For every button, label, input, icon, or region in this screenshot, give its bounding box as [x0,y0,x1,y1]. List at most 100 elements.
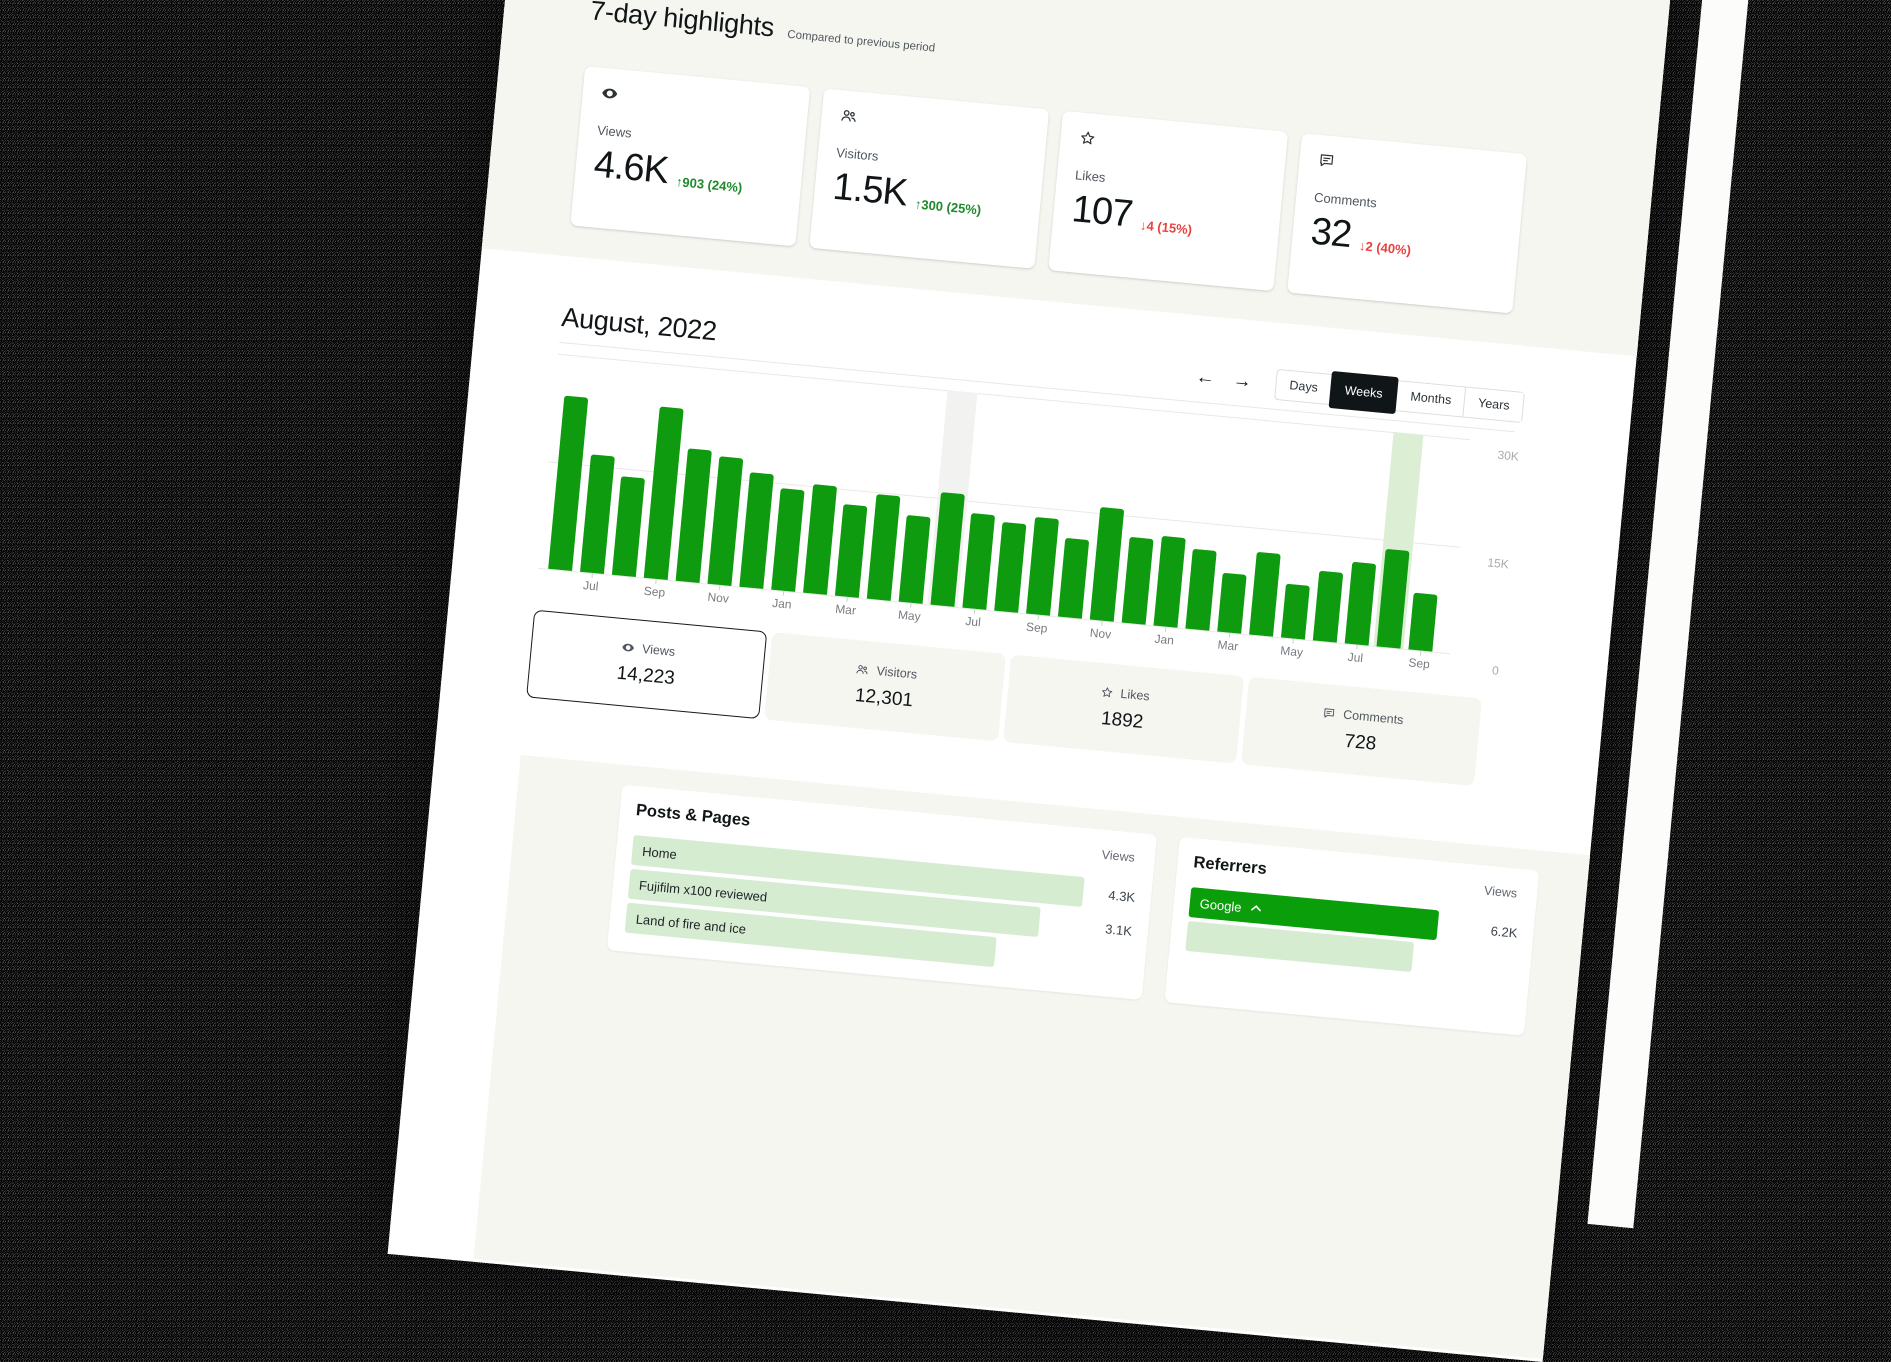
highlights-subtitle: Compared to previous period [787,29,936,55]
metric-tab-label: Likes [1120,686,1150,703]
chart-x-tick [1420,650,1421,655]
metric-tab-head: Views [621,639,676,658]
bottom-panels: Posts & Pages Views Home4.3KFujifilm x10… [474,755,1591,1359]
chart-bar[interactable] [580,454,615,574]
comment-icon [1317,151,1337,171]
chart-bar[interactable] [612,476,645,577]
referrers-title: Referrers [1193,853,1268,879]
stat-card-value: 32 [1309,213,1353,255]
chart-y-label: 30K [1474,446,1519,464]
chart-bar[interactable] [1408,593,1437,652]
posts-views-column-header: Views [1101,848,1139,865]
metric-tab-comments[interactable]: Comments728 [1241,677,1482,786]
chart-bar[interactable] [676,449,712,583]
chart-bar[interactable] [1281,583,1310,639]
metric-tab-visitors[interactable]: Visitors 12,301 [764,632,1005,741]
chart-x-label: Jan [1142,631,1187,649]
chart-bar[interactable] [1249,552,1281,637]
range-tab-years[interactable]: Years [1463,387,1524,421]
stat-card-value-row: 1.5K↑300 (25%) [831,168,1024,224]
chevron-up-icon [1250,904,1262,913]
star-icon [1078,128,1098,148]
chart-bar[interactable] [1090,507,1124,621]
stat-card-value: 1.5K [831,168,908,213]
highlight-cards: Views4.6K↑903 (24%)Visitors1.5K↑300 (25%… [570,66,1533,314]
stat-card-delta: ↑903 (24%) [675,172,743,198]
referrer-value [1463,962,1515,967]
chart-bar[interactable] [899,515,931,604]
prev-period-button[interactable]: ← [1195,367,1216,388]
stat-card-value-row: 4.6K↑903 (24%) [592,145,785,201]
range-tab-weeks[interactable]: Weeks [1328,370,1399,413]
chart-x-tick [783,591,784,596]
chart-bar[interactable] [1217,573,1246,634]
stat-card-delta: ↑300 (25%) [914,195,982,221]
metric-tab-label: Visitors [876,663,918,681]
stat-card-visitors: Visitors1.5K↑300 (25%) [809,88,1049,268]
chart-bar[interactable] [1122,537,1154,625]
chart-x-label: Sep [1397,654,1442,672]
visitors-icon [839,106,859,126]
post-value: 4.3K [1083,885,1136,905]
stat-card-delta: ↓4 (15%) [1139,216,1193,240]
chart-x-label: Jul [951,613,996,631]
next-period-button[interactable]: → [1232,370,1253,391]
metric-tab-views[interactable]: Views14,223 [526,610,767,719]
chart-x-label: Mar [823,601,868,619]
range-tab-days[interactable]: Days [1275,369,1332,403]
metric-tab-likes[interactable]: Likes 1892 [1003,654,1244,763]
period-nav: ← → [1195,367,1253,391]
chart-x-label: Sep [1014,619,1059,637]
chart-bar[interactable] [835,504,867,598]
chart-x-tick [1101,621,1102,626]
chart-bar[interactable] [1058,538,1089,619]
chart-x-tick [910,603,911,608]
chart-x-tick [1165,627,1166,632]
chart-bar[interactable] [1313,570,1343,642]
chart-x-label: Nov [696,589,741,607]
referrers-panel: Referrers Views Google6.2K [1164,837,1539,1036]
stat-card-value: 107 [1070,190,1134,234]
referrers-rows: Google6.2K [1185,887,1519,981]
chart-bar[interactable] [803,484,837,595]
metric-tab-value: 12,301 [854,685,914,712]
chart-bar[interactable] [1154,536,1186,628]
chart-x-tick [1356,645,1357,650]
referrer-label: Google [1199,896,1242,915]
chart-y-label: 15K [1464,553,1509,571]
period-section: August, 2022 ← → DaysWeeksMonthsYears 30… [388,291,1633,1359]
metric-tab-head: Likes [1099,684,1150,703]
eye-icon [600,84,620,104]
metric-tab-label: Views [642,641,676,658]
metric-tab-head: Comments [1322,705,1404,727]
chart-bar[interactable] [1345,562,1377,646]
post-value [1077,960,1129,965]
posts-pages-panel: Posts & Pages Views Home4.3KFujifilm x10… [607,785,1157,1000]
range-tab-months[interactable]: Months [1395,381,1465,416]
chart-x-label: May [887,607,932,625]
chart-bar[interactable] [1185,549,1216,631]
chart-bar[interactable] [1026,517,1059,616]
chart-x-label: Nov [1078,625,1123,643]
chart-x-label: Jul [1333,648,1378,666]
chart-bar[interactable] [771,488,804,592]
star-icon [1099,684,1114,699]
posts-pages-title: Posts & Pages [635,801,751,831]
metric-tab-label: Comments [1343,707,1404,727]
chart-bar[interactable] [867,494,901,600]
chart-bar[interactable] [962,513,995,609]
chart-bar[interactable] [994,522,1026,613]
chart-x-label: Jul [568,577,613,595]
stat-card-views: Views4.6K↑903 (24%) [570,66,810,246]
stat-card-delta: ↓2 (40%) [1358,236,1412,260]
post-label: Land of fire and ice [635,911,746,936]
chart-x-tick [1292,639,1293,644]
metric-tab-value: 1892 [1100,708,1144,734]
chart-y-label: 0 [1454,660,1499,678]
chart-x-label: Mar [1205,636,1250,654]
stat-card-value-row: 32↓2 (40%) [1309,213,1502,269]
highlights-title: 7-day highlights [589,0,775,43]
stat-card-likes: Likes107↓4 (15%) [1048,111,1288,291]
chart-x-label: May [1269,642,1314,660]
chart-bar[interactable] [739,473,774,589]
